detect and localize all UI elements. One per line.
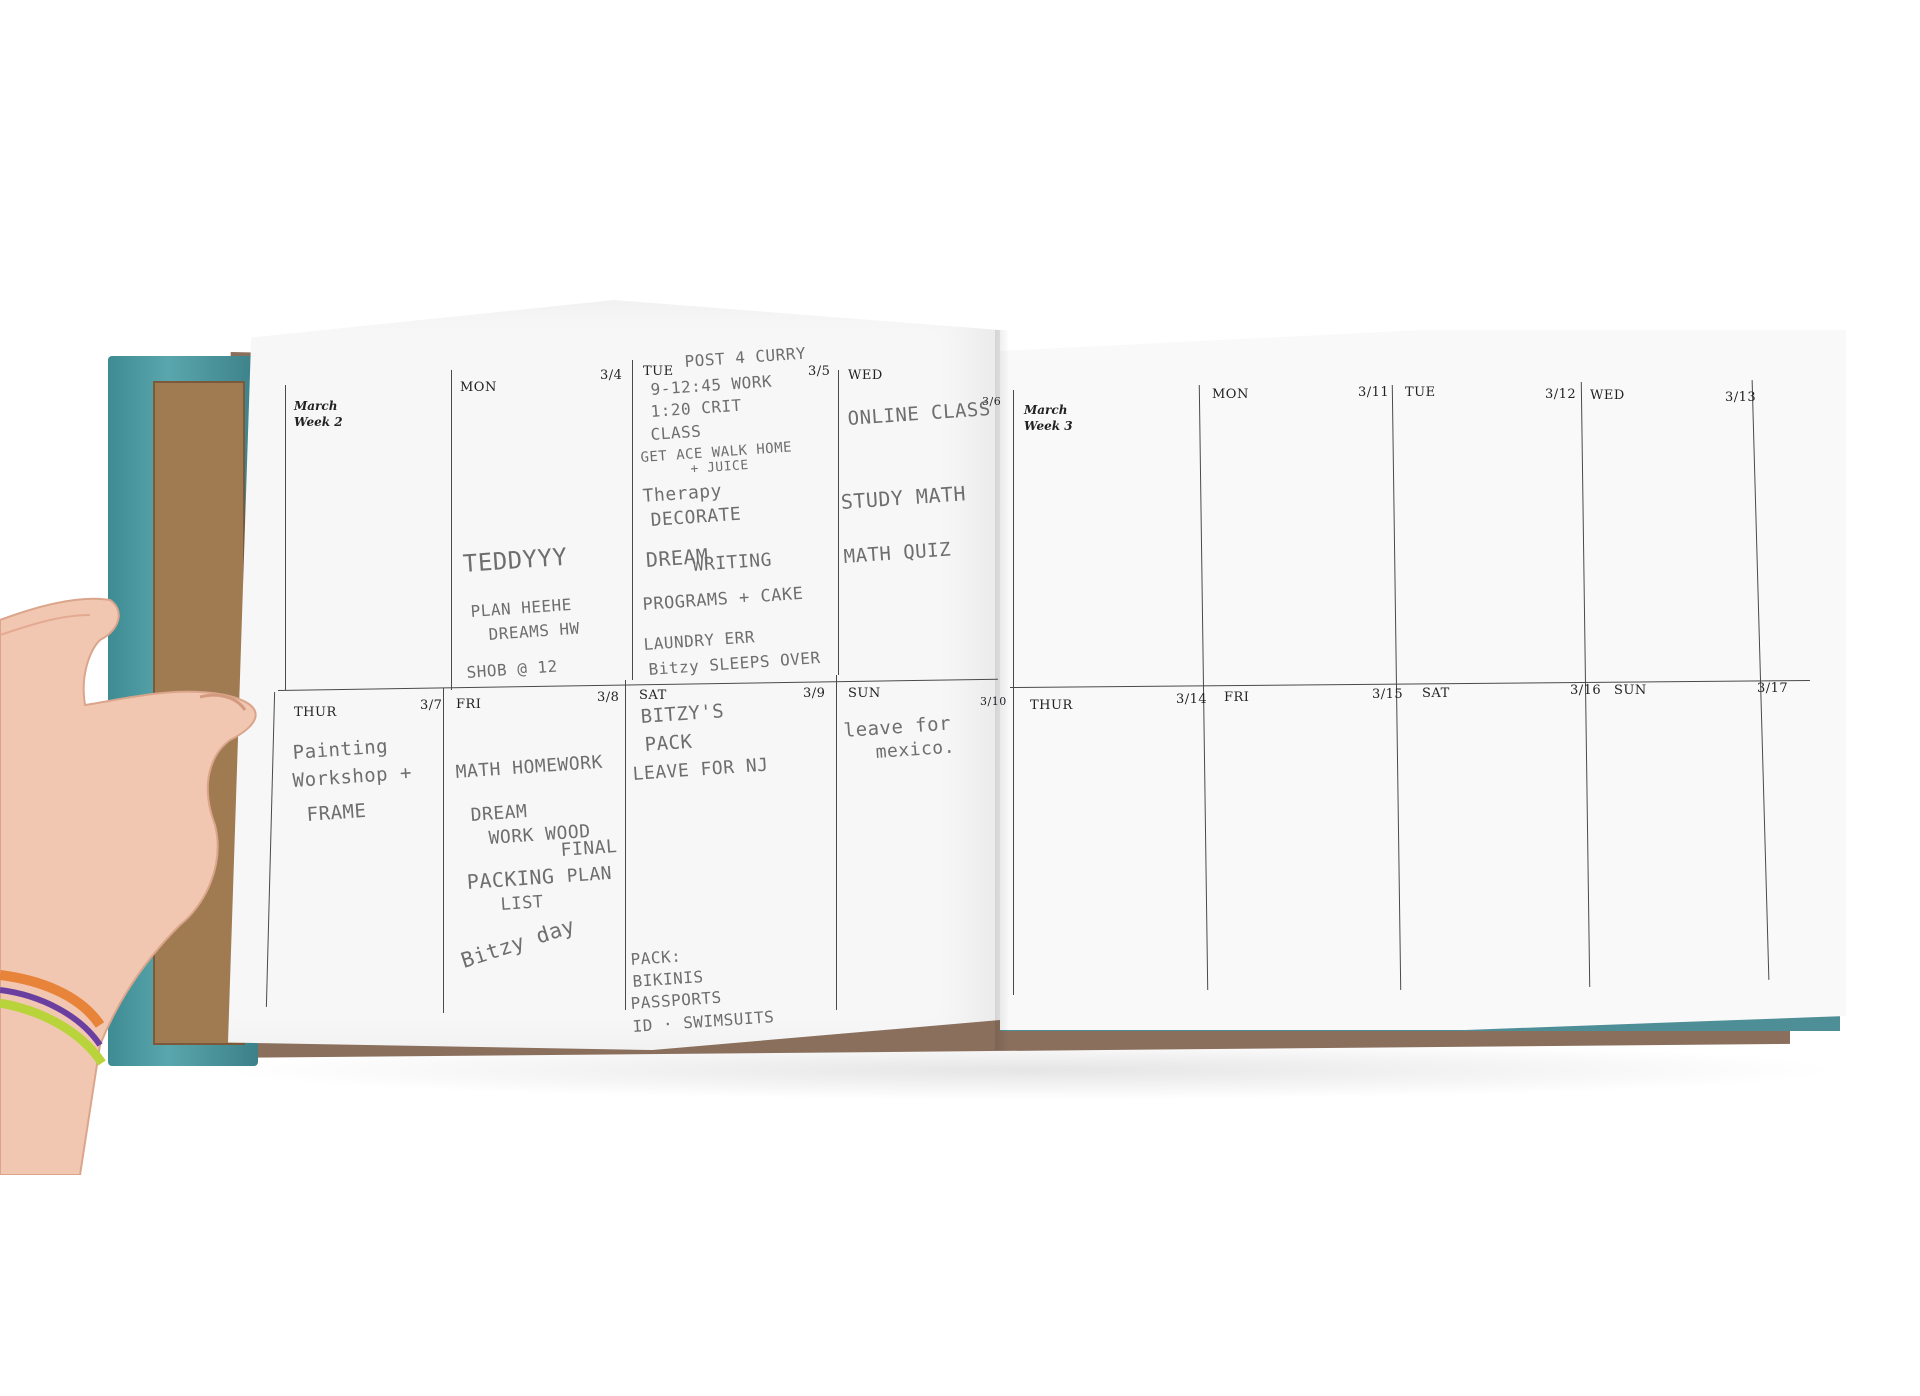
day-date: 3/15: [1372, 687, 1404, 702]
grid-line: [632, 360, 633, 680]
day-date: 3/4: [600, 368, 623, 383]
handwritten-note: DREAM: [470, 801, 529, 826]
day-name: MON: [460, 380, 497, 395]
photo-scene: March Week 2 MON 3/4 TUE 3/5 WED 3/6 THU…: [0, 0, 1920, 1396]
week-label: March Week 2: [294, 399, 343, 429]
grid-line: [285, 385, 286, 690]
day-name: SAT: [639, 688, 667, 703]
handwritten-note: PACK: [644, 730, 694, 756]
day-date: 3/12: [1545, 387, 1577, 402]
day-name: SAT: [1422, 686, 1450, 701]
day-date: 3/11: [1358, 385, 1390, 400]
day-name: TUE: [1405, 385, 1436, 400]
day-name: FRI: [1224, 690, 1250, 705]
day-name: SUN: [1614, 683, 1647, 698]
grid-line: [838, 370, 839, 675]
day-date: 3/10: [980, 695, 1007, 708]
handwritten-note: PACK:: [630, 946, 682, 969]
day-date: 3/13: [1725, 390, 1757, 405]
handwritten-note: LIST: [500, 892, 545, 915]
week-label: March Week 3: [1024, 403, 1073, 433]
day-date: 3/9: [803, 686, 826, 701]
grid-line: [625, 680, 626, 1010]
day-name: THUR: [1030, 698, 1073, 713]
handwritten-note: PLAN: [566, 862, 613, 887]
day-date: 3/16: [1570, 683, 1602, 698]
hand-image: [0, 597, 257, 1175]
day-name: WED: [848, 368, 883, 383]
day-date: 3/17: [1757, 681, 1789, 696]
day-name: SUN: [848, 686, 881, 701]
day-date: 3/8: [597, 690, 620, 705]
day-name: WED: [1590, 388, 1625, 403]
day-date: 3/5: [808, 364, 831, 379]
page-gutter: [995, 330, 1009, 1050]
handwritten-note: FINAL: [560, 836, 619, 861]
handwritten-note: FRAME: [306, 799, 368, 826]
grid-line: [836, 675, 837, 1010]
grid-line: [451, 370, 452, 690]
day-name: MON: [1212, 387, 1249, 402]
day-name: TUE: [643, 364, 674, 379]
grid-line: [1013, 390, 1014, 995]
grid-line: [443, 688, 444, 1013]
day-name: THUR: [294, 705, 337, 720]
handwritten-note: CLASS: [650, 421, 702, 444]
day-date: 3/7: [420, 698, 443, 713]
day-name: FRI: [456, 697, 482, 712]
day-date: 3/14: [1176, 692, 1208, 707]
